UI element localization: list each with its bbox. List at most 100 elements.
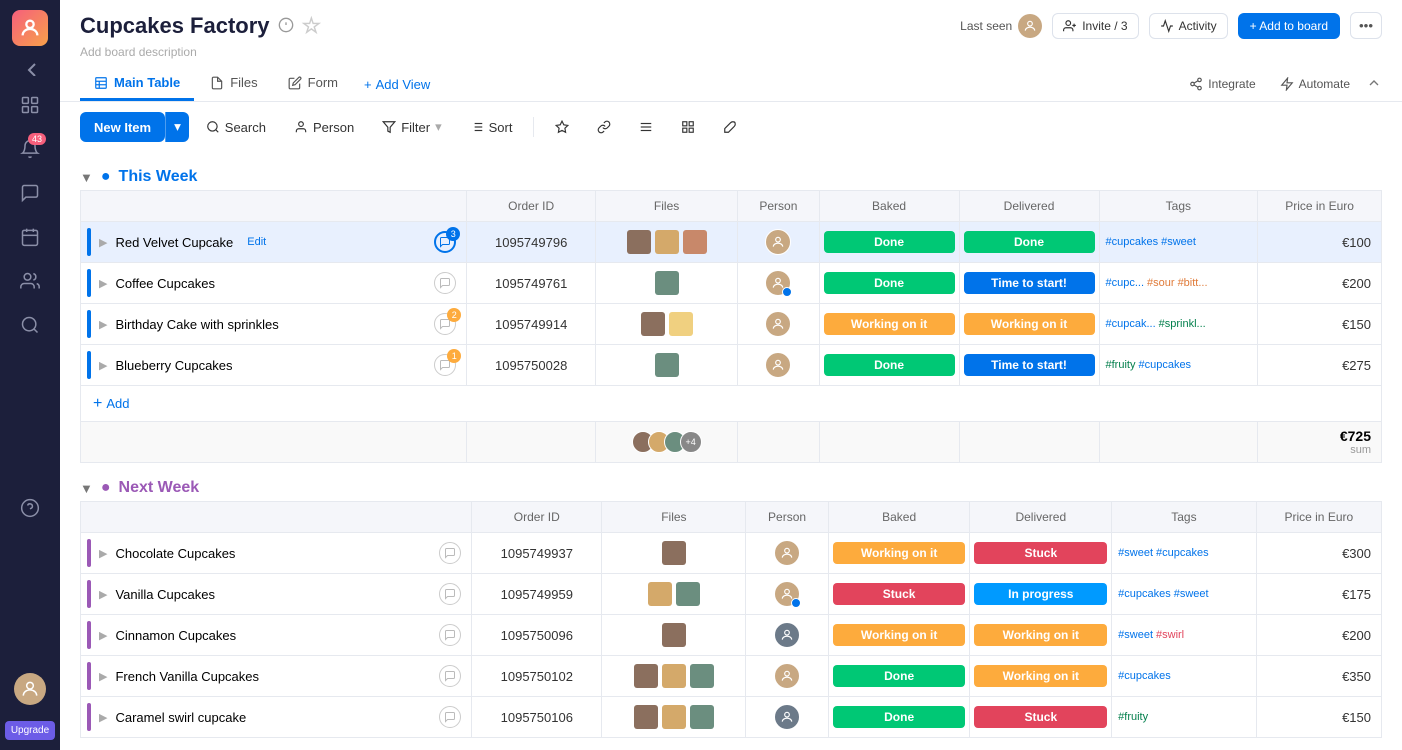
row-expand-icon[interactable]: ▶	[99, 711, 107, 724]
cell-person[interactable]	[746, 533, 828, 574]
sort-button[interactable]: Sort	[459, 113, 524, 142]
row-expand-icon[interactable]: ▶	[99, 670, 107, 683]
sidebar-icon-question[interactable]	[12, 490, 48, 526]
sidebar-icon-people[interactable]	[12, 263, 48, 299]
sidebar-icon-chat[interactable]	[12, 175, 48, 211]
row-expand-icon[interactable]: ▶	[99, 629, 107, 642]
cell-files[interactable]	[602, 656, 746, 697]
tag[interactable]: #cupc...	[1106, 277, 1145, 289]
tag[interactable]: #fruity	[1106, 359, 1136, 371]
sidebar-icon-apps[interactable]	[12, 87, 48, 123]
upgrade-button[interactable]: Upgrade	[5, 721, 55, 740]
row-height-button[interactable]	[628, 113, 664, 141]
cell-baked[interactable]: Done	[819, 263, 959, 304]
pin-button[interactable]	[544, 113, 580, 141]
automate-button[interactable]: Automate	[1272, 73, 1358, 95]
cell-delivered[interactable]: In progress	[970, 574, 1112, 615]
new-item-button[interactable]: New Item	[80, 112, 165, 142]
tag[interactable]: #cupcak...	[1106, 318, 1156, 330]
cell-delivered[interactable]: Working on it	[970, 615, 1112, 656]
filter-button[interactable]: Filter ▾	[371, 112, 452, 142]
tag[interactable]: #sweet	[1161, 236, 1196, 248]
group-chevron-this-week[interactable]: ▼	[80, 170, 93, 185]
tag[interactable]: #cupcakes	[1156, 547, 1209, 559]
add-view-button[interactable]: + Add View	[354, 69, 440, 100]
sidebar-icon-search[interactable]	[12, 307, 48, 343]
comment-bubble[interactable]: 2	[434, 313, 456, 335]
tab-main-table[interactable]: Main Table	[80, 67, 194, 101]
cell-files[interactable]	[602, 615, 746, 656]
cell-files[interactable]	[596, 304, 738, 345]
person-button[interactable]: Person	[283, 113, 365, 142]
cell-delivered[interactable]: Working on it	[959, 304, 1099, 345]
comment-bubble[interactable]	[439, 624, 461, 646]
tag[interactable]: #sweet	[1118, 629, 1153, 641]
cell-person[interactable]	[746, 697, 828, 738]
sidebar-icon-bell[interactable]: 43	[12, 131, 48, 167]
link-button[interactable]	[586, 113, 622, 141]
row-expand-icon[interactable]: ▶	[99, 547, 107, 560]
row-expand-icon[interactable]: ▶	[99, 359, 107, 372]
search-button[interactable]: Search	[195, 113, 277, 142]
tab-form[interactable]: Form	[274, 67, 352, 101]
cell-delivered[interactable]: Time to start!	[959, 345, 1099, 386]
cell-files[interactable]	[596, 222, 738, 263]
row-expand-icon[interactable]: ▶	[99, 318, 107, 331]
cell-delivered[interactable]: Stuck	[970, 697, 1112, 738]
tag[interactable]: #bitt...	[1178, 277, 1208, 289]
edit-label[interactable]: Edit	[241, 234, 272, 250]
comment-bubble[interactable]: 3	[434, 231, 456, 253]
cell-person[interactable]	[738, 222, 819, 263]
board-description[interactable]: Add board description	[80, 45, 1382, 59]
user-avatar[interactable]	[14, 673, 46, 705]
tag[interactable]: #swirl	[1156, 629, 1184, 641]
cell-files[interactable]	[602, 697, 746, 738]
group-chevron-next-week[interactable]: ▼	[80, 481, 93, 496]
more-options-button[interactable]: •••	[1350, 12, 1382, 39]
integrate-button[interactable]: Integrate	[1181, 73, 1263, 95]
paint-button[interactable]	[712, 113, 748, 141]
cell-files[interactable]	[602, 533, 746, 574]
cell-baked[interactable]: Working on it	[828, 615, 970, 656]
activity-button[interactable]: Activity	[1149, 13, 1228, 39]
cell-baked[interactable]: Done	[828, 656, 970, 697]
comment-bubble[interactable]: 1	[434, 354, 456, 376]
comment-bubble[interactable]	[439, 665, 461, 687]
add-row-cell[interactable]: + Add	[81, 386, 1382, 422]
tag[interactable]: #cupcakes	[1138, 359, 1191, 371]
cell-files[interactable]	[596, 263, 738, 304]
comment-bubble[interactable]	[439, 583, 461, 605]
comment-bubble[interactable]	[434, 272, 456, 294]
cell-files[interactable]	[596, 345, 738, 386]
row-expand-icon[interactable]: ▶	[99, 588, 107, 601]
cell-delivered[interactable]: Time to start!	[959, 263, 1099, 304]
cell-person[interactable]	[746, 615, 828, 656]
cell-baked[interactable]: Working on it	[819, 304, 959, 345]
row-expand-icon[interactable]: ▶	[99, 277, 107, 290]
comment-bubble[interactable]	[439, 542, 461, 564]
cell-baked[interactable]: Done	[828, 697, 970, 738]
comment-bubble[interactable]	[439, 706, 461, 728]
cell-delivered[interactable]: Working on it	[970, 656, 1112, 697]
cell-person[interactable]	[746, 656, 828, 697]
tag[interactable]: #fruity	[1118, 711, 1148, 723]
cell-delivered[interactable]: Done	[959, 222, 1099, 263]
cell-delivered[interactable]: Stuck	[970, 533, 1112, 574]
cell-person[interactable]	[738, 345, 819, 386]
star-icon[interactable]: ☆	[302, 13, 322, 39]
add-item-button[interactable]: + Add	[81, 387, 1381, 421]
invite-button[interactable]: Invite / 3	[1052, 13, 1138, 39]
cell-baked[interactable]: Done	[819, 345, 959, 386]
cell-baked[interactable]: Done	[819, 222, 959, 263]
cell-person[interactable]	[738, 263, 819, 304]
tab-files[interactable]: Files	[196, 67, 271, 101]
sidebar-icon-calendar[interactable]	[12, 219, 48, 255]
tag[interactable]: #sweet	[1174, 588, 1209, 600]
group-title-this-week[interactable]: This Week	[119, 168, 198, 186]
cell-baked[interactable]: Stuck	[828, 574, 970, 615]
info-icon[interactable]	[278, 13, 294, 39]
sidebar-collapse-icon[interactable]	[21, 58, 39, 79]
tag[interactable]: #cupcakes	[1106, 236, 1159, 248]
cell-person[interactable]	[746, 574, 828, 615]
cell-files[interactable]	[602, 574, 746, 615]
